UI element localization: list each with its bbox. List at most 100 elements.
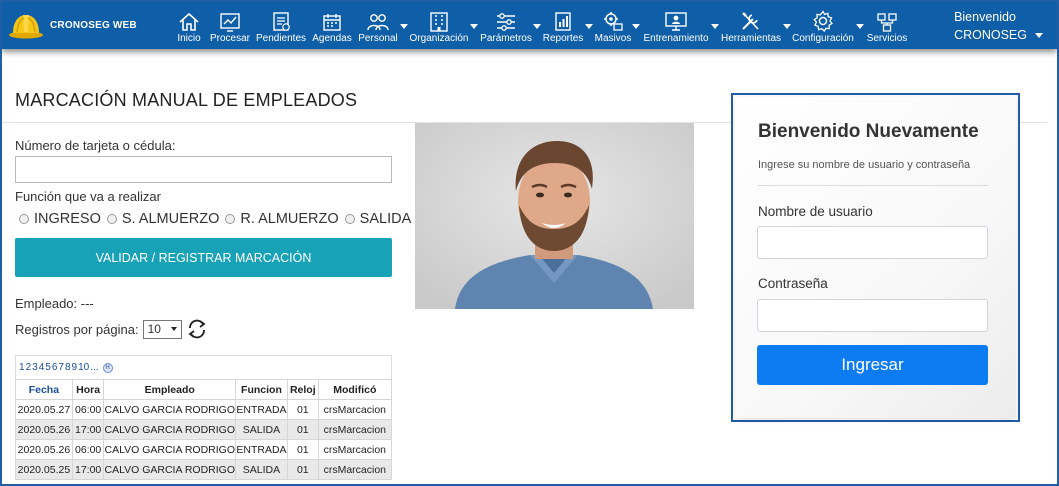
radio-label: INGRESO [34,211,101,227]
login-button[interactable]: Ingresar [757,345,988,385]
nav-label: Parámetros [480,33,532,44]
nav-pendientes[interactable]: Pendientes [256,2,306,49]
function-label: Función que va a realizar [15,189,161,204]
divider [758,185,988,186]
cell-reloj: 01 [286,419,319,440]
cell-funcion: SALIDA [234,459,288,480]
nav-label: Organización [409,33,469,44]
radio-button[interactable] [106,214,117,224]
validate-register-button[interactable]: VALIDAR / REGISTRAR MARCACIÓN [15,238,392,277]
nav-herramientas[interactable]: Herramientas [721,2,781,49]
table-row[interactable]: 2020.05.26 17:00 CALVO GARCIA RODRIGO SA… [15,419,393,440]
radio-regreso-almuerzo[interactable]: R. ALMUERZO [225,211,339,227]
nav-organizacion[interactable]: Organización [410,2,468,49]
radio-salida-almuerzo[interactable]: S. ALMUERZO [106,211,220,227]
page-link[interactable]: 10 [78,362,89,373]
nav-label: Procesar [210,33,251,44]
card-number-input[interactable] [15,156,392,183]
column-header[interactable]: Fecha [15,379,73,400]
function-radio-group: INGRESO S. ALMUERZO R. ALMUERZO SALIDA [19,211,417,227]
page-link[interactable]: 8 [65,362,71,373]
page-link[interactable]: 2 [26,362,32,373]
page-link[interactable]: 3 [32,362,38,373]
per-page-select[interactable]: 10 [142,319,182,339]
cell-empleado: CALVO GARCIA RODRIGO [103,419,236,440]
page-link[interactable]: ... [90,362,98,373]
chevron-down-icon [1035,32,1043,38]
nav-entrenamiento[interactable]: Entrenamiento [643,2,709,49]
chevron-down-icon[interactable] [400,24,408,29]
chevron-down-icon[interactable] [470,24,478,29]
radio-button[interactable] [225,214,236,224]
chevron-down-icon[interactable] [856,24,864,29]
nav-procesar[interactable]: Procesar [210,2,250,49]
page-link[interactable]: 7 [58,362,64,373]
tools-icon [742,12,759,30]
cell-modifico: crsMarcacion [317,439,393,460]
cell-reloj: 01 [286,439,319,460]
brand-name: CRONOSEG WEB [50,19,137,31]
page-link[interactable]: 9 [72,362,78,373]
nav-label: Entrenamiento [643,33,709,44]
radio-label: S. ALMUERZO [121,211,220,227]
hard-hat-logo-icon [9,15,43,39]
employee-status: Empleado: --- [15,296,94,311]
top-navbar: CRONOSEG WEB Inicio Procesar Pendientes … [2,2,1057,49]
password-label: Contraseña [758,276,828,291]
user-menu[interactable]: Bienvenido CRONOSEG [954,10,1043,42]
page-link[interactable]: 6 [52,362,58,373]
page-title: MARCACIÓN MANUAL DE EMPLEADOS [15,90,358,110]
marcaciones-grid: 1 2 3 4 5 6 7 8 9 10 ... H Fecha Hora Em… [15,355,393,480]
nav-masivos[interactable]: Masivos [595,2,631,49]
nav-parametros[interactable]: Parámetros [480,2,532,49]
cell-fecha: 2020.05.26 [15,419,73,440]
nav-agendas[interactable]: Agendas [311,2,353,49]
chevron-down-icon[interactable] [711,24,719,29]
help-icon[interactable]: H [102,362,113,373]
nav-servicios[interactable]: Servicios [866,2,908,49]
radio-salida[interactable]: SALIDA [344,211,411,227]
login-subtitle: Ingrese su nombre de usuario y contraseñ… [758,159,971,171]
table-row[interactable]: 2020.05.26 06:00 CALVO GARCIA RODRIGO EN… [15,439,393,460]
cell-funcion: SALIDA [234,419,288,440]
radio-ingreso[interactable]: INGRESO [19,211,101,227]
chevron-down-icon[interactable] [632,24,640,29]
password-input[interactable] [757,299,988,332]
building-icon [430,12,448,32]
page-link[interactable]: 5 [45,362,51,373]
cell-fecha: 2020.05.25 [15,459,73,480]
nav-reportes[interactable]: Reportes [543,2,583,49]
cell-fecha: 2020.05.26 [15,439,73,460]
nav-personal[interactable]: Personal [358,2,398,49]
page-link[interactable]: 1 [19,362,25,373]
marcaciones-table: Fecha Hora Empleado Funcion Reloj Modifi… [15,379,393,480]
nav-label: Reportes [542,33,584,44]
report-icon [555,12,571,31]
sliders-icon [497,13,515,31]
brand[interactable]: CRONOSEG WEB [8,10,137,40]
cell-empleado: CALVO GARCIA RODRIGO [103,399,236,420]
username-label: Nombre de usuario [758,204,873,219]
chevron-down-icon[interactable] [585,24,593,29]
nav-inicio[interactable]: Inicio [174,2,204,49]
table-row[interactable]: 2020.05.27 06:00 CALVO GARCIA RODRIGO EN… [15,399,393,420]
cell-hora: 17:00 [71,419,105,440]
cell-hora: 06:00 [71,399,105,420]
radio-button[interactable] [19,214,29,224]
radio-button[interactable] [344,214,355,224]
employee-photo [415,123,694,309]
chevron-down-icon[interactable] [783,24,791,29]
per-page-value: 10 [147,322,161,336]
cell-reloj: 01 [286,399,319,420]
per-page-control: Registros por página: 10 [15,318,208,340]
chevron-down-icon[interactable] [533,24,541,29]
refresh-icon[interactable] [186,318,208,340]
username-input[interactable] [757,226,988,259]
table-row[interactable]: 2020.05.25 17:00 CALVO GARCIA RODRIGO SA… [15,459,393,480]
radio-label: R. ALMUERZO [240,211,339,227]
nav-label: Servicios [866,33,908,44]
nav-configuracion[interactable]: Configuración [792,2,854,49]
page-link[interactable]: 4 [39,362,45,373]
chevron-down-icon [170,327,177,331]
column-header: Hora [71,379,105,400]
